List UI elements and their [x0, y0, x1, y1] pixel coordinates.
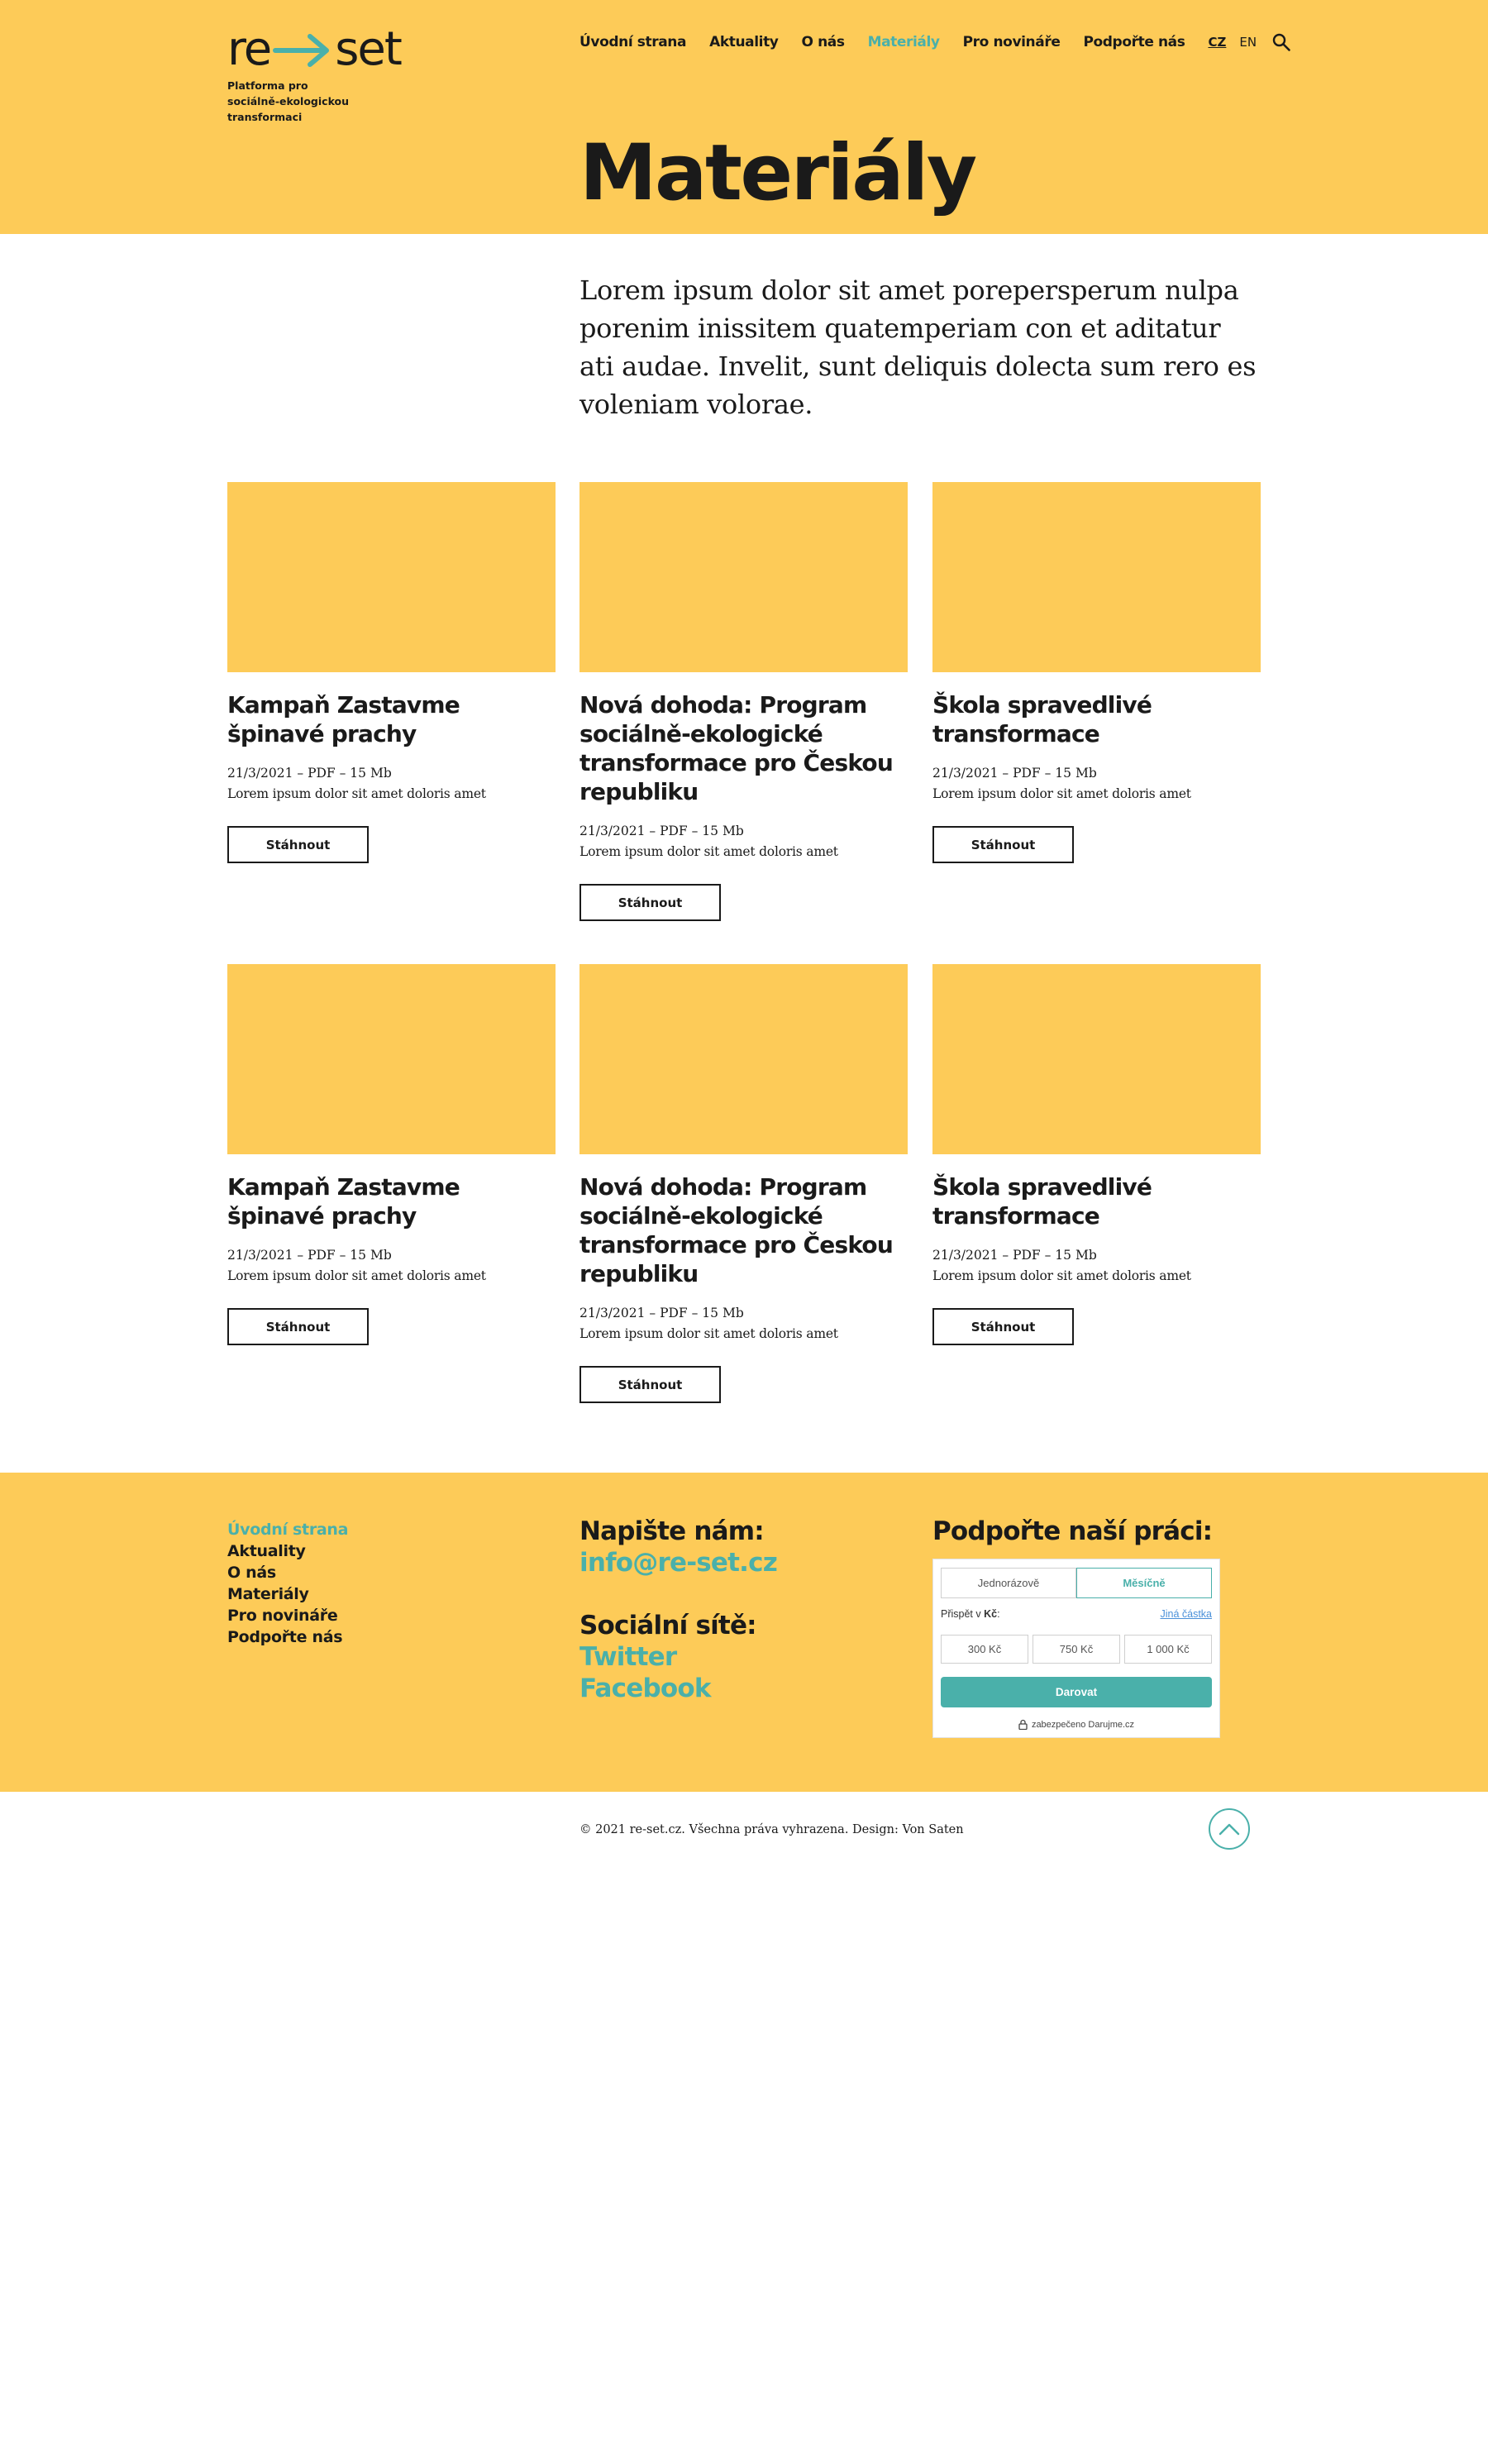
arrow-right-icon	[273, 34, 330, 67]
donate-button[interactable]: Darovat	[941, 1677, 1212, 1707]
nav-item-materials[interactable]: Materiály	[868, 34, 940, 50]
logo-tagline: Platforma pro sociálně-ekologickou trans…	[227, 78, 442, 125]
page-title: Materiály	[579, 128, 977, 218]
tab-one-time[interactable]: Jednorázově	[941, 1568, 1076, 1598]
card-thumbnail[interactable]	[227, 482, 556, 672]
contribute-label-prefix: Přispět v	[941, 1608, 985, 1620]
footer-link-news[interactable]: Aktuality	[227, 1540, 348, 1562]
material-card: Škola spravedlivé transformace 21/3/2021…	[932, 964, 1261, 1345]
logo-text-right: set	[335, 22, 403, 76]
main-nav: Úvodní strana Aktuality O nás Materiály …	[579, 30, 1291, 55]
amount-option[interactable]: 300 Kč	[941, 1635, 1028, 1664]
logo-text-left: re	[227, 22, 272, 76]
card-meta: 21/3/2021 – PDF – 15 Mb	[932, 766, 1097, 781]
card-thumbnail[interactable]	[579, 482, 908, 672]
contribute-label-suffix: :	[997, 1608, 1000, 1620]
card-meta: 21/3/2021 – PDF – 15 Mb	[932, 1248, 1097, 1263]
lang-en[interactable]: EN	[1239, 35, 1257, 50]
email-link[interactable]: info@re-set.cz	[579, 1547, 778, 1578]
nav-item-about[interactable]: O nás	[802, 34, 845, 50]
footer-link-about[interactable]: O nás	[227, 1562, 348, 1583]
download-button[interactable]: Stáhnout	[932, 1308, 1074, 1345]
card-thumbnail[interactable]	[579, 964, 908, 1154]
nav-item-support[interactable]: Podpořte nás	[1083, 34, 1185, 50]
secure-text: zabezpečeno Darujme.cz	[1031, 1719, 1135, 1730]
nav-item-news[interactable]: Aktuality	[709, 34, 779, 50]
currency-label: Kč	[984, 1608, 998, 1620]
lang-cz[interactable]: CZ	[1208, 35, 1226, 50]
footer-link-support[interactable]: Podpořte nás	[227, 1626, 348, 1648]
logo-mark: re set	[227, 22, 442, 76]
card-meta: 21/3/2021 – PDF – 15 Mb	[227, 766, 392, 781]
logo[interactable]: re set Platforma pro sociálně-ekologicko…	[227, 22, 442, 125]
card-description: Lorem ipsum dolor sit amet doloris amet	[579, 1326, 838, 1341]
tagline-line: Platforma pro	[227, 79, 308, 92]
amount-option[interactable]: 1 000 Kč	[1124, 1635, 1212, 1664]
twitter-link[interactable]: Twitter	[579, 1641, 777, 1673]
card-title[interactable]: Škola spravedlivé transformace	[932, 1172, 1261, 1230]
copyright-text: © 2021 re-set.cz. Všechna práva vyhrazen…	[579, 1823, 964, 1836]
card-title[interactable]: Kampaň Zastavme špinavé prachy	[227, 690, 556, 748]
card-description: Lorem ipsum dolor sit amet doloris amet	[932, 786, 1191, 801]
nav-item-home[interactable]: Úvodní strana	[579, 34, 686, 50]
tagline-line: sociálně-ekologickou	[227, 95, 350, 107]
support-heading: Podpořte naší práci:	[932, 1516, 1213, 1546]
card-thumbnail[interactable]	[932, 964, 1261, 1154]
material-card: Kampaň Zastavme špinavé prachy 21/3/2021…	[227, 964, 556, 1345]
tagline-line: transformaci	[227, 111, 303, 123]
chevron-up-icon	[1219, 1823, 1240, 1836]
card-meta: 21/3/2021 – PDF – 15 Mb	[579, 1306, 744, 1320]
amount-options: 300 Kč 750 Kč 1 000 Kč	[941, 1635, 1212, 1664]
card-description: Lorem ipsum dolor sit amet doloris amet	[227, 786, 486, 801]
card-title[interactable]: Škola spravedlivé transformace	[932, 690, 1261, 748]
other-amount-link[interactable]: Jiná částka	[1160, 1608, 1212, 1620]
footer-nav: Úvodní strana Aktuality O nás Materiály …	[227, 1519, 348, 1648]
contribute-label: Přispět v Kč:	[941, 1608, 1000, 1620]
intro-text: Lorem ipsum dolor sit amet porepersperum…	[579, 275, 1257, 420]
download-button[interactable]: Stáhnout	[579, 1366, 721, 1403]
download-button[interactable]: Stáhnout	[227, 1308, 369, 1345]
footer-link-press[interactable]: Pro novináře	[227, 1605, 348, 1626]
card-thumbnail[interactable]	[932, 482, 1261, 672]
frequency-tabs: Jednorázově Měsíčně	[941, 1568, 1212, 1598]
card-meta: 21/3/2021 – PDF – 15 Mb	[227, 1248, 392, 1263]
card-title[interactable]: Nová dohoda: Program sociálně-ekologické…	[579, 690, 908, 806]
card-title[interactable]: Kampaň Zastavme špinavé prachy	[227, 1172, 556, 1230]
card-description: Lorem ipsum dolor sit amet doloris amet	[579, 844, 838, 859]
card-thumbnail[interactable]	[227, 964, 556, 1154]
social-heading: Sociální sítě:	[579, 1611, 757, 1640]
footer-support: Podpořte naší práci: Jednorázově Měsíčně…	[932, 1516, 1220, 1738]
site-footer: Úvodní strana Aktuality O nás Materiály …	[0, 1473, 1488, 1792]
material-card: Škola spravedlivé transformace 21/3/2021…	[932, 482, 1261, 863]
material-card: Nová dohoda: Program sociálně-ekologické…	[579, 964, 908, 1403]
lock-icon	[1018, 1719, 1028, 1730]
footer-link-materials[interactable]: Materiály	[227, 1583, 348, 1605]
nav-item-press[interactable]: Pro novináře	[963, 34, 1061, 50]
secure-note: zabezpečeno Darujme.cz	[941, 1719, 1212, 1730]
site-header: re set Platforma pro sociálně-ekologicko…	[0, 0, 1488, 234]
amount-row: Přispět v Kč: Jiná částka	[941, 1607, 1212, 1621]
card-meta: 21/3/2021 – PDF – 15 Mb	[579, 824, 744, 838]
card-title[interactable]: Nová dohoda: Program sociálně-ekologické…	[579, 1172, 908, 1288]
footer-contact: Napište nám: info@re-set.cz Sociální sít…	[579, 1516, 778, 1704]
donation-widget: Jednorázově Měsíčně Přispět v Kč: Jiná č…	[932, 1559, 1220, 1738]
card-description: Lorem ipsum dolor sit amet doloris amet	[227, 1268, 486, 1283]
material-card: Nová dohoda: Program sociálně-ekologické…	[579, 482, 908, 921]
footer-link-home[interactable]: Úvodní strana	[227, 1519, 348, 1540]
card-description: Lorem ipsum dolor sit amet doloris amet	[932, 1268, 1191, 1283]
material-card: Kampaň Zastavme špinavé prachy 21/3/2021…	[227, 482, 556, 863]
search-icon[interactable]	[1271, 32, 1291, 52]
amount-option[interactable]: 750 Kč	[1033, 1635, 1120, 1664]
back-to-top-button[interactable]	[1209, 1808, 1250, 1850]
download-button[interactable]: Stáhnout	[932, 826, 1074, 863]
tab-monthly[interactable]: Měsíčně	[1076, 1568, 1212, 1598]
download-button[interactable]: Stáhnout	[227, 826, 369, 863]
download-button[interactable]: Stáhnout	[579, 884, 721, 921]
contact-heading: Napište nám:	[579, 1516, 765, 1546]
facebook-link[interactable]: Facebook	[579, 1673, 777, 1704]
